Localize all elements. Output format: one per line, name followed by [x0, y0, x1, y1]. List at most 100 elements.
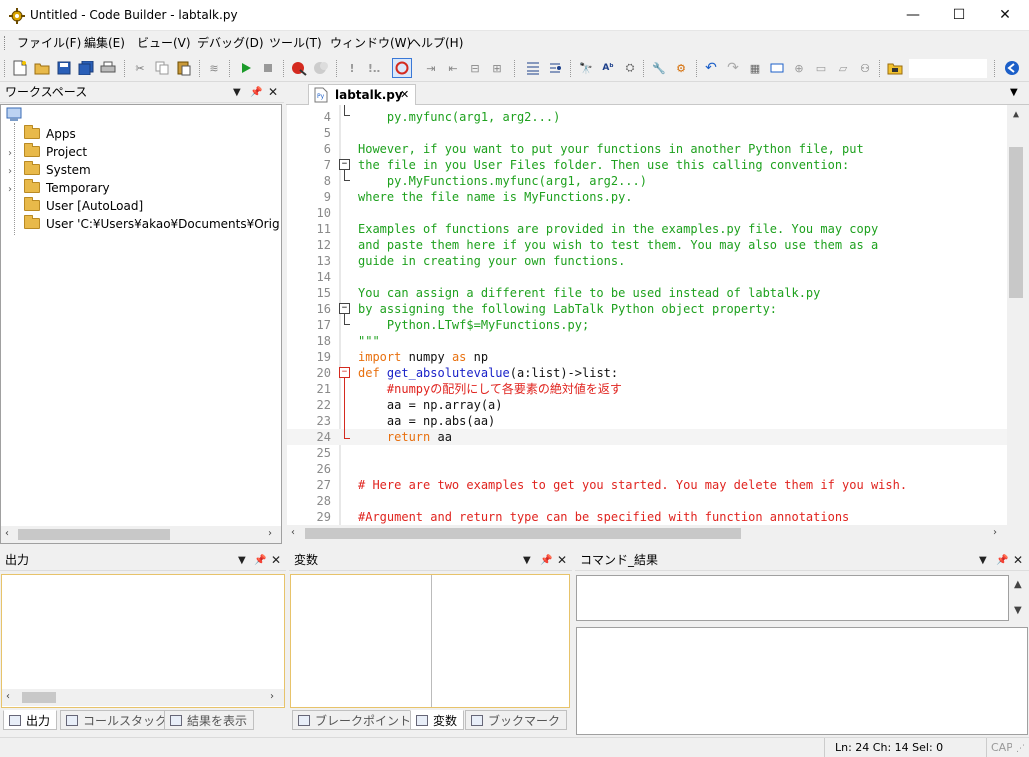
code-line[interactable]: 13 guide in creating your own functions. — [287, 253, 1007, 269]
code-line[interactable]: 27 # Here are two examples to get you sta… — [287, 477, 1007, 493]
code-line[interactable]: 24 return aa — [287, 429, 1007, 445]
comment-icon[interactable]: ⊟ — [466, 59, 484, 77]
code-line[interactable]: 17 Python.LTwf$=MyFunctions.py; — [287, 317, 1007, 333]
code-line[interactable]: 21 #numpyの配列にして各要素の絶対値を返す — [287, 381, 1007, 397]
code-line[interactable]: 16 by assigning the following LabTalk Pyt… — [287, 301, 1007, 317]
code-line[interactable]: 8 py.MyFunctions.myfunc(arg1, arg2...) — [287, 173, 1007, 189]
record-macro-icon[interactable] — [392, 58, 412, 78]
tree-item-apps[interactable]: Apps — [8, 125, 76, 143]
command-pin-icon[interactable]: 📌 — [996, 550, 1008, 571]
output-hscrollbar[interactable]: ‹ › — [2, 689, 284, 706]
scroll-right-icon[interactable]: › — [268, 528, 272, 539]
run-icon[interactable] — [237, 59, 255, 77]
open-project-icon[interactable] — [886, 59, 904, 77]
workspace-pin-icon[interactable]: 📌 — [250, 82, 262, 103]
menu-view[interactable]: ビュー(V) — [132, 31, 196, 55]
variables-pin-icon[interactable]: 📌 — [540, 550, 552, 571]
menu-window[interactable]: ウィンドウ(W) — [325, 31, 416, 55]
code-line[interactable]: 6 However, if you want to put your functi… — [287, 141, 1007, 157]
search-input[interactable] — [909, 59, 987, 78]
maximize-button[interactable]: ☐ — [936, 0, 982, 30]
workspace-close-icon[interactable]: ✕ — [268, 82, 278, 103]
scroll-thumb[interactable] — [18, 529, 170, 540]
command-menu-icon[interactable]: ▼ — [979, 550, 987, 571]
code-line[interactable]: 19 import numpy as np — [287, 349, 1007, 365]
close-button[interactable]: ✕ — [982, 0, 1028, 30]
scroll-thumb[interactable] — [305, 528, 741, 539]
fold-toggle-icon[interactable]: − — [339, 159, 350, 170]
code-line[interactable]: 9 where the file name is MyFunctions.py. — [287, 189, 1007, 205]
scroll-left-icon[interactable]: ‹ — [291, 527, 295, 538]
note-icon[interactable]: ▱ — [834, 59, 852, 77]
clear-breakpoints-icon[interactable] — [312, 59, 330, 77]
code-line[interactable]: 5 — [287, 125, 1007, 141]
code-line[interactable]: 29 #Argument and return type can be speci… — [287, 509, 1007, 525]
scroll-right-icon[interactable]: › — [270, 691, 274, 702]
scroll-down-icon[interactable]: ▼ — [1014, 605, 1022, 616]
comment-box-icon[interactable]: ▭ — [812, 59, 830, 77]
workspace-hscrollbar[interactable]: ‹ › — [1, 526, 281, 543]
find-in-files-icon[interactable]: ⛭ — [621, 59, 639, 77]
tab-breakpoints[interactable]: ブレークポイント — [292, 710, 419, 730]
code-line[interactable]: 10 — [287, 205, 1007, 221]
tree-item-system[interactable]: › System — [8, 161, 91, 179]
step-into-icon[interactable]: ! — [343, 59, 361, 77]
find-icon[interactable]: 🔭 — [577, 59, 595, 77]
open-folder-icon[interactable] — [33, 59, 51, 77]
minimize-button[interactable]: — — [890, 0, 936, 30]
menu-tools[interactable]: ツール(T) — [264, 31, 327, 55]
outdent-icon[interactable]: ⇤ — [444, 59, 462, 77]
scroll-thumb[interactable] — [22, 692, 56, 703]
command-close-icon[interactable]: ✕ — [1013, 550, 1023, 571]
tab-call-stack[interactable]: コールスタック — [60, 710, 175, 730]
tree-item-user-autoload[interactable]: User [AutoLoad] — [8, 197, 143, 215]
uncomment-icon[interactable]: ⊞ — [488, 59, 506, 77]
editor-hscrollbar[interactable]: ‹ › — [287, 525, 1027, 542]
tab-output[interactable]: 出力 — [3, 710, 58, 730]
code-line[interactable]: 25 — [287, 445, 1007, 461]
code-line[interactable]: 22 aa = np.array(a) — [287, 397, 1007, 413]
tree-item-temporary[interactable]: › Temporary — [8, 179, 110, 197]
code-line[interactable]: 26 — [287, 461, 1007, 477]
tab-close-icon[interactable]: ✕ — [400, 88, 409, 101]
menu-edit[interactable]: 編集(E) — [79, 31, 130, 55]
command-vscrollbar[interactable]: ▲ ▼ — [1010, 575, 1027, 621]
menu-debug[interactable]: デバッグ(D) — [192, 31, 269, 55]
cut-icon[interactable]: ✂ — [131, 59, 149, 77]
step-over-icon[interactable]: !‥ — [365, 59, 383, 77]
variables-close-icon[interactable]: ✕ — [557, 550, 567, 571]
wrench-icon[interactable]: 🔧 — [650, 59, 668, 77]
indent-icon[interactable]: ⇥ — [422, 59, 440, 77]
code-line[interactable]: 7 the file in you User Files folder. Then… — [287, 157, 1007, 173]
scroll-right-icon[interactable]: › — [993, 527, 997, 538]
editor-vscrollbar[interactable]: ▲ — [1007, 105, 1027, 525]
scroll-left-icon[interactable]: ‹ — [6, 691, 10, 702]
breakpoint-toggle-icon[interactable] — [290, 59, 308, 77]
view-rect-icon[interactable] — [768, 59, 786, 77]
print-icon[interactable] — [99, 59, 117, 77]
code-editor[interactable]: 4 py.myfunc(arg1, arg2...) 5 6 However, if … — [287, 105, 1027, 525]
resize-grip-icon[interactable]: ⋰ — [1016, 744, 1025, 754]
tab-show-results[interactable]: 結果を表示 — [164, 710, 255, 730]
tab-variables[interactable]: 変数 — [410, 710, 465, 730]
new-file-icon[interactable] — [11, 59, 29, 77]
zoom-icon[interactable]: ⊕ — [790, 59, 808, 77]
output-pin-icon[interactable]: 📌 — [254, 550, 266, 571]
script-icon[interactable]: ⚇ — [856, 59, 874, 77]
copy-icon[interactable] — [153, 59, 171, 77]
variables-body[interactable] — [290, 574, 570, 708]
code-line[interactable]: 23 aa = np.abs(aa) — [287, 413, 1007, 429]
scroll-thumb[interactable] — [1009, 147, 1023, 298]
code-line[interactable]: 4 py.myfunc(arg1, arg2...) — [287, 109, 1007, 125]
tree-item-user-folder[interactable]: User 'C:¥Users¥akao¥Documents¥OriginLab¥ — [8, 215, 280, 233]
code-line[interactable]: 12 and paste them here if you wish to tes… — [287, 237, 1007, 253]
fold-toggle-icon[interactable]: − — [339, 303, 350, 314]
code-line[interactable]: 14 — [287, 269, 1007, 285]
fold-toggle-icon[interactable]: − — [339, 367, 350, 378]
navigate-back-icon[interactable] — [1003, 59, 1021, 77]
list-members-icon[interactable] — [524, 59, 542, 77]
redo-icon[interactable]: ↷ — [724, 59, 742, 77]
scroll-up-icon[interactable]: ▲ — [1013, 109, 1019, 120]
variables-menu-icon[interactable]: ▼ — [523, 550, 531, 571]
stop-icon[interactable] — [259, 59, 277, 77]
